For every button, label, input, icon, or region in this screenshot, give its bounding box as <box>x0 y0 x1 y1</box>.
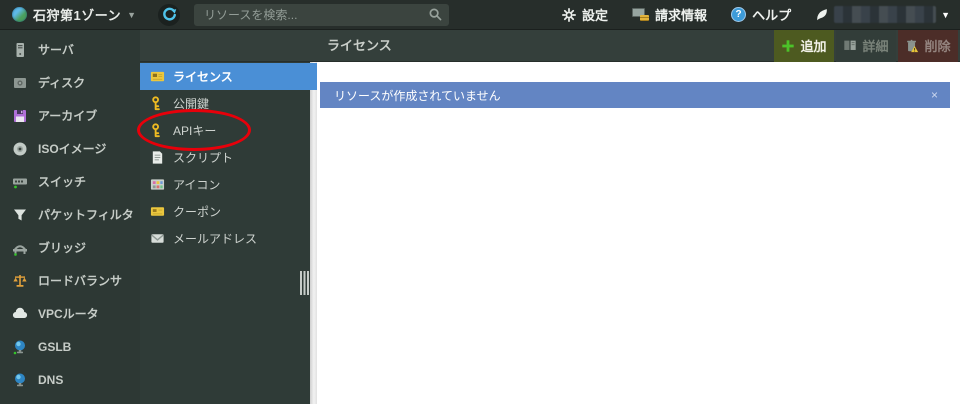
sidebar-item-gslb[interactable]: GSLB <box>0 330 140 363</box>
caret-down-icon: ▼ <box>127 10 136 20</box>
main-panel: リソースが作成されていません × <box>310 62 960 404</box>
load-balancer-icon <box>12 273 28 289</box>
sidebar-item-iso-image[interactable]: ISOイメージ <box>0 132 140 165</box>
settings-label: 設定 <box>582 5 608 24</box>
panel-divider[interactable] <box>310 62 317 404</box>
zone-label: 石狩第1ゾーン <box>33 5 121 24</box>
sidebar-item-archive[interactable]: アーカイブ <box>0 99 140 132</box>
sidebar-item-bridge[interactable]: ブリッジ <box>0 231 140 264</box>
user-name-redacted <box>834 6 936 23</box>
disk-icon <box>12 75 28 91</box>
detail-button[interactable]: 詳細 <box>836 30 896 62</box>
subsidebar-item-mail-address[interactable]: メールアドレス <box>140 225 310 252</box>
add-button[interactable]: 追加 <box>774 30 834 62</box>
refresh-button[interactable] <box>158 4 180 26</box>
search-box <box>194 4 449 26</box>
archive-icon <box>12 108 28 124</box>
notice-text: リソースが作成されていません <box>334 87 501 104</box>
main-sidebar: サーバ ディスク アーカイブ <box>0 30 140 404</box>
user-menu[interactable]: ▼ <box>815 6 950 23</box>
delete-button[interactable]: 削除 <box>898 30 958 62</box>
iso-image-icon <box>12 141 28 157</box>
caret-down-icon: ▼ <box>941 10 950 20</box>
gear-icon <box>562 8 576 22</box>
billing-icon <box>632 8 649 21</box>
script-icon <box>150 150 165 165</box>
billing-label: 請求情報 <box>655 5 707 24</box>
help-menu-item[interactable]: ? ヘルプ <box>731 5 791 24</box>
dns-icon <box>12 372 28 388</box>
search-input[interactable] <box>194 4 449 26</box>
plus-icon <box>781 39 795 53</box>
subsidebar-item-public-key[interactable]: 公開鍵 <box>140 90 310 117</box>
mail-icon <box>150 231 165 246</box>
leaf-icon <box>815 7 829 22</box>
page-title: ライセンス <box>327 30 392 62</box>
server-icon <box>12 42 28 58</box>
settings-menu-item[interactable]: 設定 <box>562 5 608 24</box>
globe-icon <box>12 7 27 22</box>
switch-icon <box>12 174 28 190</box>
subsidebar-item-script[interactable]: スクリプト <box>140 144 310 171</box>
billing-menu-item[interactable]: 請求情報 <box>632 5 707 24</box>
sidebar-item-disk[interactable]: ディスク <box>0 66 140 99</box>
sub-sidebar: ライセンス 公開鍵 <box>140 62 310 404</box>
subsidebar-item-icon[interactable]: アイコン <box>140 171 310 198</box>
search-icon[interactable] <box>428 7 443 27</box>
content-header: ライセンス 追加 詳細 <box>140 30 960 62</box>
key-icon <box>150 123 165 138</box>
topbar: 石狩第1ゾーン ▼ <box>0 0 960 30</box>
packet-filter-icon <box>12 207 28 223</box>
sidebar-item-packet-filter[interactable]: パケットフィルタ <box>0 198 140 231</box>
sidebar-item-load-balancer[interactable]: ロードバランサ <box>0 264 140 297</box>
icon-grid-icon <box>150 177 165 192</box>
subsidebar-item-api-key[interactable]: APIキー <box>140 117 310 144</box>
topbar-menu: 設定 請求情報 ? ヘルプ ▼ <box>562 5 950 24</box>
detail-icon <box>843 39 857 52</box>
subsidebar-item-license[interactable]: ライセンス <box>140 63 317 90</box>
refresh-icon <box>162 7 177 22</box>
sidebar-item-server[interactable]: サーバ <box>0 33 140 66</box>
vpc-router-icon <box>12 306 28 322</box>
zone-selector[interactable]: 石狩第1ゾーン ▼ <box>12 5 136 24</box>
notice-banner: リソースが作成されていません × <box>320 82 950 108</box>
resize-handle[interactable] <box>300 271 309 295</box>
help-icon: ? <box>731 7 746 22</box>
bridge-icon <box>12 240 28 256</box>
coupon-icon <box>150 204 165 219</box>
sidebar-item-vpc-router[interactable]: VPCルータ <box>0 297 140 330</box>
app-window: 石狩第1ゾーン ▼ <box>0 0 960 404</box>
license-icon <box>150 69 165 84</box>
delete-icon <box>905 39 919 53</box>
key-icon <box>150 96 165 111</box>
help-label: ヘルプ <box>752 5 791 24</box>
subsidebar-item-coupon[interactable]: クーポン <box>140 198 310 225</box>
gslb-icon <box>12 339 28 355</box>
sidebar-item-switch[interactable]: スイッチ <box>0 165 140 198</box>
sidebar-item-dns[interactable]: DNS <box>0 363 140 396</box>
close-icon[interactable]: × <box>931 89 938 101</box>
